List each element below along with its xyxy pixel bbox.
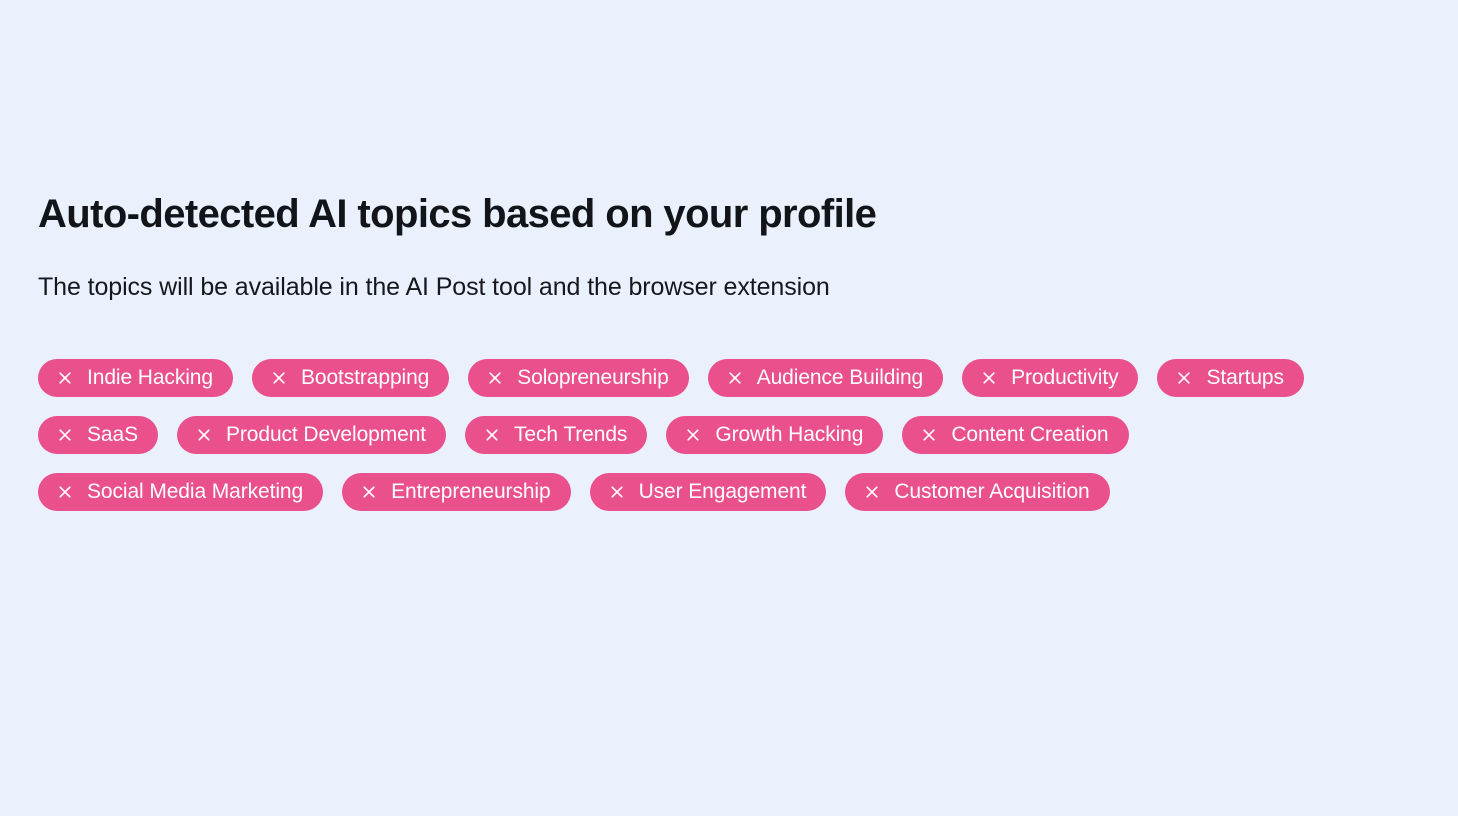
topic-chip[interactable]: Entrepreneurship bbox=[342, 473, 571, 511]
topic-chip-label: Indie Hacking bbox=[87, 366, 213, 389]
topic-chip-label: Growth Hacking bbox=[715, 423, 864, 446]
close-icon[interactable] bbox=[609, 484, 625, 500]
auto-detected-topics-page: Auto-detected AI topics based on your pr… bbox=[0, 0, 1458, 816]
content-container: Auto-detected AI topics based on your pr… bbox=[38, 190, 1428, 511]
topic-chip[interactable]: Solopreneurship bbox=[468, 359, 689, 397]
close-icon[interactable] bbox=[57, 427, 73, 443]
topic-chip[interactable]: Bootstrapping bbox=[251, 359, 450, 397]
topic-chip-label: Solopreneurship bbox=[517, 366, 669, 389]
close-icon[interactable] bbox=[57, 484, 73, 500]
close-icon[interactable] bbox=[57, 370, 73, 386]
topic-chip[interactable]: Growth Hacking bbox=[666, 416, 884, 454]
close-icon[interactable] bbox=[361, 484, 377, 500]
topic-chip[interactable]: Content Creation bbox=[902, 416, 1129, 454]
topic-chip[interactable]: Social Media Marketing bbox=[38, 473, 324, 511]
topic-chip-label: Product Development bbox=[225, 423, 427, 446]
close-icon[interactable] bbox=[487, 370, 503, 386]
close-icon[interactable] bbox=[981, 370, 997, 386]
topic-chip-label: Audience Building bbox=[756, 366, 924, 389]
close-icon[interactable] bbox=[921, 427, 937, 443]
topic-chip[interactable]: Audience Building bbox=[707, 359, 944, 397]
topic-chip[interactable]: Productivity bbox=[962, 359, 1139, 397]
page-subtitle: The topics will be available in the AI P… bbox=[38, 273, 830, 301]
close-icon[interactable] bbox=[685, 427, 701, 443]
close-icon[interactable] bbox=[196, 427, 212, 443]
topic-chip-label: Productivity bbox=[1011, 366, 1119, 389]
topic-chip-label: Startups bbox=[1206, 366, 1284, 389]
page-title: Auto-detected AI topics based on your pr… bbox=[38, 192, 877, 236]
close-icon[interactable] bbox=[271, 370, 287, 386]
topic-chip[interactable]: Customer Acquisition bbox=[845, 473, 1110, 511]
close-icon[interactable] bbox=[727, 370, 743, 386]
topic-chip-label: Customer Acquisition bbox=[894, 480, 1090, 503]
topic-chip-label: SaaS bbox=[87, 423, 138, 446]
topic-chip[interactable]: SaaS bbox=[38, 416, 158, 454]
topic-chip[interactable]: User Engagement bbox=[589, 473, 827, 511]
close-icon[interactable] bbox=[1176, 370, 1192, 386]
topic-chip[interactable]: Indie Hacking bbox=[38, 359, 233, 397]
topics-chip-list: Indie Hacking Bootstrapping Solopreneurs… bbox=[38, 359, 1428, 511]
close-icon[interactable] bbox=[484, 427, 500, 443]
close-icon[interactable] bbox=[864, 484, 880, 500]
topic-chip-label: Social Media Marketing bbox=[87, 480, 304, 503]
topic-chip-label: Bootstrapping bbox=[300, 366, 430, 389]
topic-chip[interactable]: Tech Trends bbox=[465, 416, 648, 454]
topic-chip-label: Entrepreneurship bbox=[391, 480, 551, 503]
topic-chip[interactable]: Product Development bbox=[176, 416, 447, 454]
topic-chip-label: Tech Trends bbox=[514, 423, 628, 446]
topic-chip-label: User Engagement bbox=[638, 480, 807, 503]
topic-chip-label: Content Creation bbox=[951, 423, 1109, 446]
topic-chip[interactable]: Startups bbox=[1157, 359, 1304, 397]
